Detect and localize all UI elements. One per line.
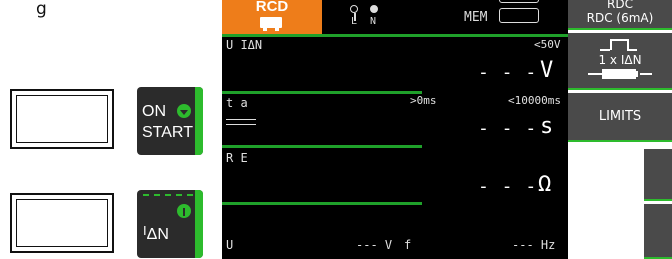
probe-n-icon — [370, 5, 378, 13]
u-idn-label: U IΔN — [226, 38, 263, 52]
memory-top-box — [499, 0, 539, 3]
on-start-button[interactable]: ON START — [137, 87, 203, 155]
mode-tab[interactable]: RCD — [222, 0, 322, 34]
input-field-2[interactable] — [10, 193, 114, 253]
u-idn-value: - - - — [478, 62, 538, 83]
ta-label: t a — [226, 96, 248, 110]
idn-label-sub: ΔN — [146, 226, 169, 243]
idn-button[interactable]: IΔN — [137, 190, 203, 258]
probe-l-label: L — [351, 16, 358, 27]
divider-ta — [222, 145, 422, 148]
rcd-icon — [260, 17, 282, 31]
re-label: R E — [226, 151, 248, 165]
softkey-4[interactable] — [644, 149, 672, 201]
limits-label: LIMITS — [598, 109, 642, 124]
pulse-label: 1 x IΔN — [598, 53, 642, 67]
idn-button-bar — [195, 190, 203, 258]
divider-top — [222, 34, 568, 37]
measurement-display: RCD L N MEM U IΔN <50V - - - V t a >0ms … — [222, 0, 568, 259]
re-value: - - - — [478, 176, 538, 197]
pulse-icon — [600, 37, 640, 51]
limits-softkey[interactable]: LIMITS — [568, 93, 672, 142]
footer-voltage: --- V — [356, 238, 393, 252]
footer-frequency: --- Hz — [512, 238, 556, 252]
ta-limit-low: >0ms — [410, 94, 437, 107]
rdc-line2: RDC (6mA) — [586, 11, 654, 25]
idn-button-label: IΔN — [143, 223, 169, 244]
ta-limit-high: <10000ms — [508, 94, 561, 107]
idn-label-prefix: I — [143, 223, 147, 238]
u-idn-unit: V — [540, 58, 554, 83]
footer-u-label: U — [226, 238, 234, 252]
probe-n-label: N — [370, 16, 377, 27]
ta-value: - - - — [478, 118, 538, 139]
rdc-line1: RDC — [607, 0, 633, 11]
re-unit: Ω — [538, 172, 552, 197]
chevron-down-icon — [177, 104, 191, 118]
mem-label: MEM — [464, 10, 488, 25]
memory-box[interactable] — [499, 8, 539, 23]
start-button-line1: ON — [142, 103, 166, 120]
divider-u-idn — [222, 91, 422, 94]
mode-label: RCD — [255, 0, 289, 15]
pulse-softkey[interactable]: 1 x IΔN — [568, 33, 672, 90]
softkey-5[interactable] — [644, 204, 672, 259]
start-button-line2: START — [142, 124, 193, 141]
divider-re — [222, 202, 422, 205]
start-button-bar — [195, 87, 203, 155]
idn-button-dash — [143, 194, 193, 196]
left-top-label: g — [36, 0, 47, 19]
plug-icon — [588, 69, 652, 79]
input-field-1[interactable] — [10, 89, 114, 149]
rdc-softkey[interactable]: RDC RDC (6mA) — [568, 0, 672, 30]
info-icon — [177, 204, 191, 218]
footer-f-label: f — [404, 238, 412, 252]
status-bar: RCD L N MEM — [222, 0, 568, 34]
u-idn-limit: <50V — [534, 38, 561, 51]
probe-l-icon — [350, 5, 358, 13]
ta-symbol-icon — [226, 119, 256, 125]
ta-unit: s — [540, 114, 554, 139]
